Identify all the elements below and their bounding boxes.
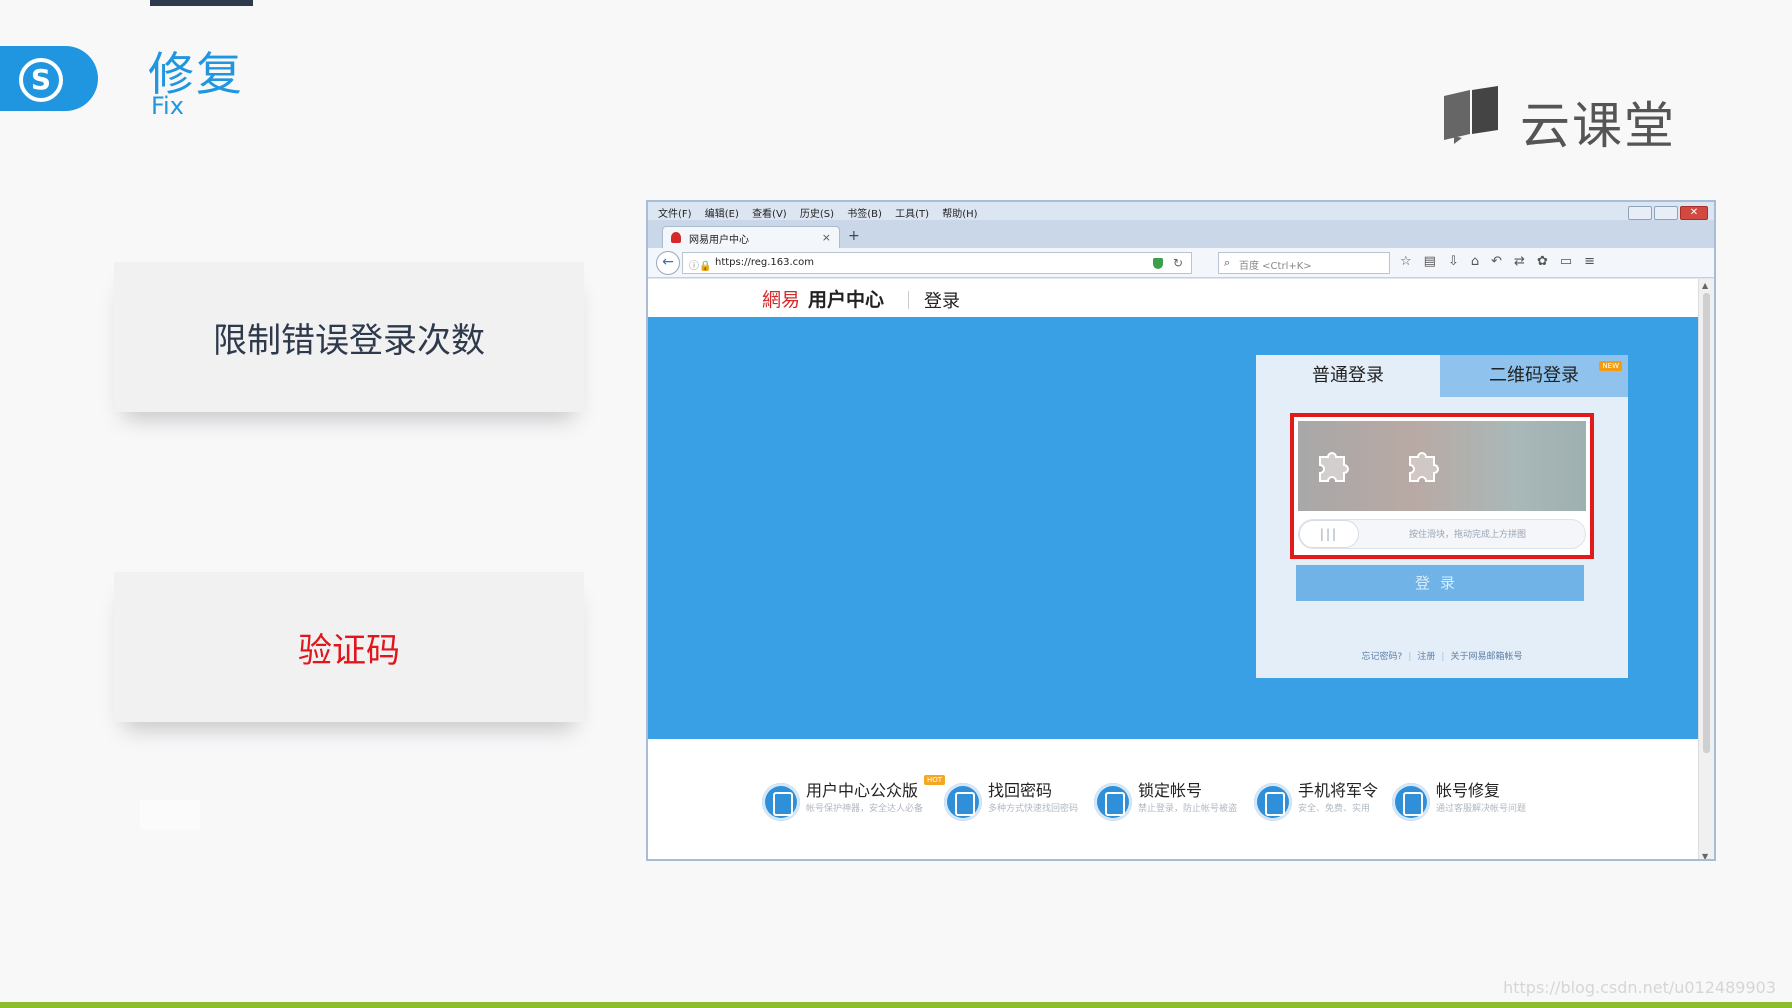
page-title: 登录 <box>924 291 960 312</box>
bottom-accent-line <box>0 1002 1792 1008</box>
tab-strip: 网易用户中心 × + <box>648 220 1714 248</box>
register-link[interactable]: 注册 <box>1417 652 1435 662</box>
service-desc: 帐号保护神器，安全达人必备 <box>806 804 924 814</box>
tab-close-icon[interactable]: × <box>822 231 831 244</box>
star-icon[interactable]: ☆ <box>1400 254 1412 269</box>
back-button[interactable]: ← <box>656 251 680 275</box>
search-placeholder: 百度 <Ctrl+K> <box>1239 261 1312 272</box>
netease-favicon-icon <box>671 232 681 243</box>
screen-icon[interactable]: ▭ <box>1560 254 1572 269</box>
dollar-s-icon: S <box>19 58 63 102</box>
download-icon[interactable]: ⇩ <box>1448 254 1459 269</box>
service-name: 帐号修复 <box>1436 781 1501 800</box>
point-text-highlight: 验证码 <box>298 630 400 671</box>
search-input[interactable]: ⌕ 百度 <Ctrl+K> <box>1218 252 1390 274</box>
toolbar-icons: ☆ ▤ ⇩ ⌂ ↶ ⇄ ✿ ▭ ≡ <box>1400 254 1595 269</box>
slider-handle[interactable]: ||| <box>1299 520 1359 548</box>
point-card-limit-attempts: 限制错误登录次数 <box>114 262 584 412</box>
vertical-scrollbar[interactable]: ▲ ▼ <box>1698 279 1714 859</box>
tab-title: 网易用户中心 <box>689 235 749 246</box>
login-button[interactable]: 登录 <box>1296 565 1584 601</box>
panel-links: 忘记密码? | 注册 | 关于网易邮箱帐号 <box>1361 652 1523 662</box>
faint-block <box>140 800 200 830</box>
forgot-password-link[interactable]: 忘记密码? <box>1362 652 1403 662</box>
share-icon[interactable]: ⇄ <box>1514 254 1525 269</box>
captcha-slider: ||| 按住滑块，拖动完成上方拼图 <box>1298 519 1586 549</box>
shield-badge-icon <box>1254 783 1292 821</box>
menu-help[interactable]: 帮助(H) <box>942 205 977 220</box>
brand-name: 云课堂 <box>1520 97 1676 155</box>
browser-tab[interactable]: 网易用户中心 × <box>662 226 840 248</box>
login-banner: 普通登录 二维码登录 NEW ||| 按住滑块，拖动完成上方拼图 登录 忘记密码… <box>648 317 1702 739</box>
search-icon: ⌕ <box>1224 256 1231 269</box>
hot-badge: HOT <box>924 775 946 785</box>
puzzle-slot-icon <box>1409 452 1439 482</box>
minimize-button[interactable] <box>1628 206 1652 220</box>
header-divider <box>908 291 909 309</box>
service-name: 用户中心公众版 <box>806 781 919 800</box>
service-name: 找回密码 <box>988 781 1053 800</box>
menu-view[interactable]: 查看(V) <box>752 205 787 220</box>
course-logo: S <box>0 46 98 111</box>
close-window-button[interactable]: ✕ <box>1680 206 1708 220</box>
scroll-up-icon[interactable]: ▲ <box>1702 281 1708 290</box>
about-account-link[interactable]: 关于网易邮箱帐号 <box>1450 652 1522 662</box>
puzzle-image <box>1298 421 1586 511</box>
new-badge: NEW <box>1599 361 1622 371</box>
tab-normal-login[interactable]: 普通登录 <box>1256 355 1440 397</box>
info-lock-icon[interactable]: ⓘ🔒 <box>689 257 711 272</box>
scroll-thumb[interactable] <box>1703 293 1710 753</box>
menu-history[interactable]: 历史(S) <box>800 205 834 220</box>
menu-edit[interactable]: 编辑(E) <box>705 205 739 220</box>
window-controls: ✕ <box>1628 206 1708 220</box>
undo-icon[interactable]: ↶ <box>1491 254 1502 269</box>
nav-bar: ← ⓘ🔒 https://reg.163.com ↻ ⌕ 百度 <Ctrl+K>… <box>648 248 1714 278</box>
tab-qr-label: 二维码登录 <box>1489 365 1579 386</box>
site-name[interactable]: 用户中心 <box>808 285 884 312</box>
home-icon[interactable]: ⌂ <box>1471 254 1479 269</box>
tab-qr-login[interactable]: 二维码登录 NEW <box>1440 355 1628 397</box>
shield-icon[interactable] <box>1153 258 1163 269</box>
address-bar[interactable]: ⓘ🔒 https://reg.163.com ↻ <box>682 252 1192 274</box>
new-tab-button[interactable]: + <box>848 228 860 244</box>
menu-file[interactable]: 文件(F) <box>658 205 692 220</box>
captcha-highlight: ||| 按住滑块，拖动完成上方拼图 <box>1290 413 1594 559</box>
top-accent-bar <box>150 0 253 6</box>
point-card-captcha: 验证码 <box>114 572 584 722</box>
netease-logo[interactable]: 網易 <box>762 285 800 312</box>
service-desc: 通过客服解决帐号问题 <box>1436 804 1527 814</box>
menu-bookmarks[interactable]: 书签(B) <box>847 205 882 220</box>
watermark: https://blog.csdn.net/u012489903 <box>1503 978 1776 997</box>
check-icon <box>944 783 982 821</box>
browser-window: 文件(F) 编辑(E) 查看(V) 历史(S) 书签(B) 工具(T) 帮助(H… <box>646 200 1716 861</box>
book-icon <box>1444 86 1498 144</box>
slider-hint: 按住滑块，拖动完成上方拼图 <box>1409 530 1527 540</box>
scroll-down-icon[interactable]: ▼ <box>1702 852 1708 859</box>
key-icon <box>1094 783 1132 821</box>
puzzle-piece-icon[interactable] <box>1312 447 1352 487</box>
login-panel: 普通登录 二维码登录 NEW ||| 按住滑块，拖动完成上方拼图 登录 忘记密码… <box>1256 355 1628 678</box>
brand-logo: 云课堂 <box>1440 82 1680 155</box>
section-subtitle: Fix <box>151 92 184 120</box>
clipboard-icon[interactable]: ▤ <box>1424 254 1436 269</box>
service-desc: 安全、免费、实用 <box>1298 804 1371 814</box>
menu-tools[interactable]: 工具(T) <box>895 205 929 220</box>
service-desc: 多种方式快速找回密码 <box>988 804 1079 814</box>
page-viewport: 網易 用户中心 登录 普通登录 二维码登录 NEW ||| 按住滑块，拖动完成上… <box>648 279 1702 859</box>
service-name: 锁定帐号 <box>1138 781 1203 800</box>
maximize-button[interactable] <box>1654 206 1678 220</box>
services-row: 用户中心公众版 HOT 帐号保护神器，安全达人必备 找回密码 多种方式快速找回密… <box>648 739 1702 859</box>
service-desc: 禁止登录，防止帐号被盗 <box>1138 804 1238 814</box>
point-text: 限制错误登录次数 <box>213 320 485 361</box>
reload-icon[interactable]: ↻ <box>1173 256 1183 270</box>
menu-icon[interactable]: ≡ <box>1584 254 1595 269</box>
phone-icon <box>762 783 800 821</box>
medkit-icon <box>1392 783 1430 821</box>
addon-icon[interactable]: ✿ <box>1537 254 1548 269</box>
service-name: 手机将军令 <box>1298 781 1379 800</box>
url-text: https://reg.163.com <box>715 257 815 268</box>
menu-bar: 文件(F) 编辑(E) 查看(V) 历史(S) 书签(B) 工具(T) 帮助(H… <box>648 202 1714 220</box>
site-header: 網易 用户中心 登录 <box>648 279 1702 317</box>
